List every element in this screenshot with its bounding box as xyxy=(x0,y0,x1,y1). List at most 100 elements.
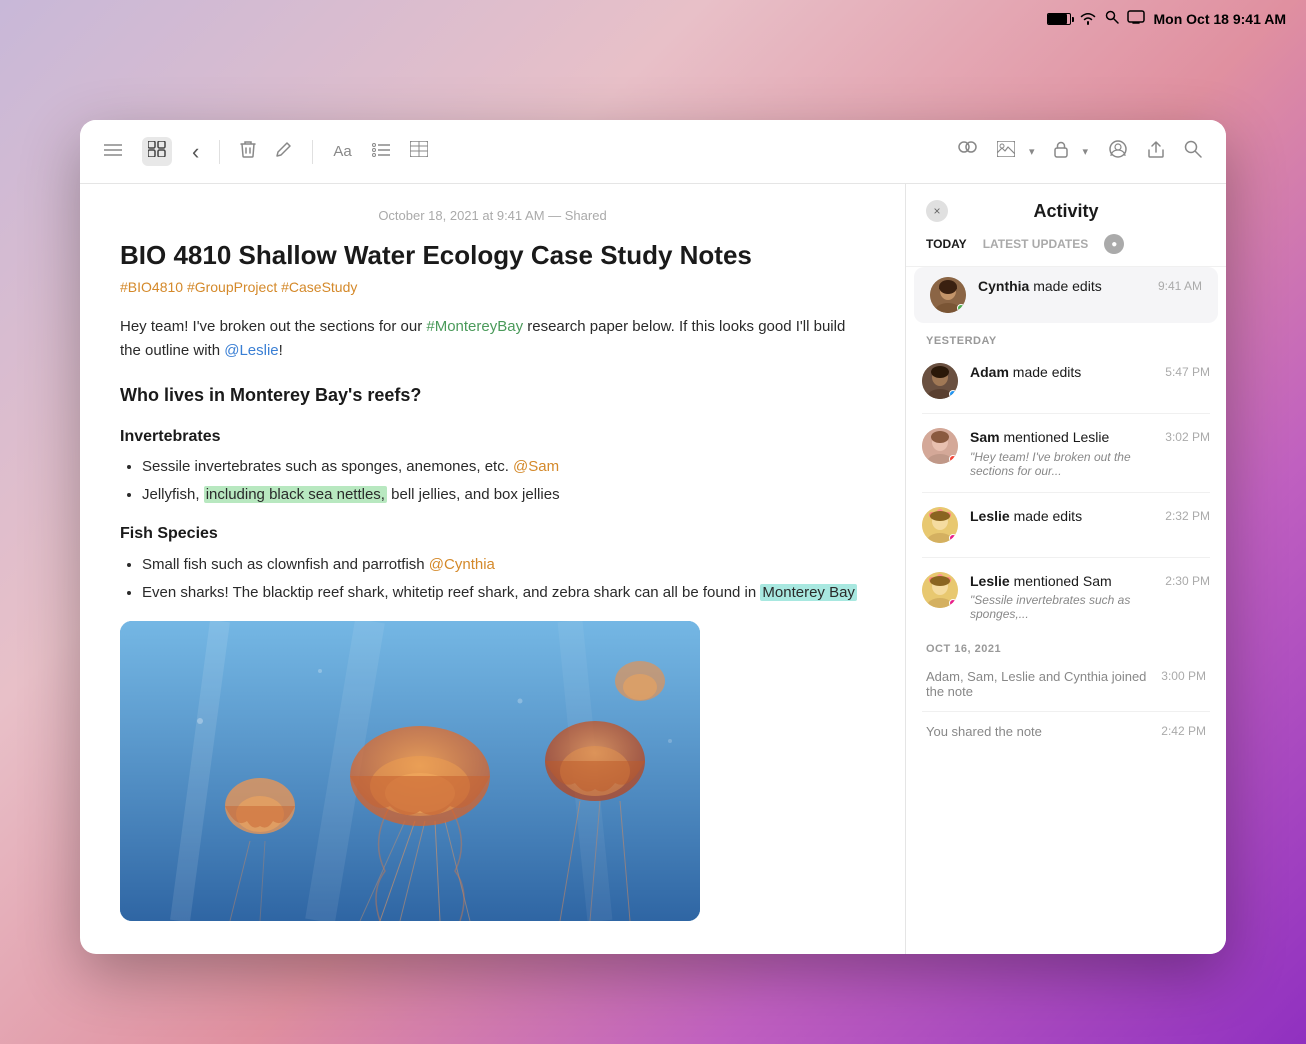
activity-text-sam: Sam mentioned Leslie xyxy=(970,428,1153,448)
wifi-icon xyxy=(1079,11,1097,28)
highlight-black-sea-nettles: including black sea nettles, xyxy=(204,486,387,503)
content-area: October 18, 2021 at 9:41 AM — Shared BIO… xyxy=(80,184,1226,954)
oct16-text-1: Adam, Sam, Leslie and Cynthia joined the… xyxy=(926,669,1146,699)
checklist-button[interactable] xyxy=(372,141,390,162)
status-dot-adam xyxy=(949,390,957,398)
avatar-leslie2 xyxy=(922,572,958,608)
activity-content-cynthia: Cynthia made edits xyxy=(978,277,1146,297)
note-body[interactable]: Hey team! I've broken out the sections f… xyxy=(120,315,865,921)
activity-item-sam[interactable]: Sam mentioned Leslie "Hey team! I've bro… xyxy=(906,418,1226,488)
separator-2 xyxy=(922,492,1210,493)
note-editor[interactable]: October 18, 2021 at 9:41 AM — Shared BIO… xyxy=(80,184,906,954)
image-icon[interactable] xyxy=(997,141,1015,162)
toolbar: ‹ Aa xyxy=(80,120,1226,184)
activity-panel: × Activity TODAY LATEST UPDATES ● xyxy=(906,184,1226,954)
list-view-icon[interactable] xyxy=(104,141,122,162)
oct16-time-1: 3:00 PM xyxy=(1161,669,1206,683)
activity-preview-leslie2: "Sessile invertebrates such as sponges,.… xyxy=(970,593,1153,621)
activity-time-cynthia: 9:41 AM xyxy=(1158,279,1202,293)
toolbar-right: ▾ ▾ xyxy=(957,139,1202,164)
screen-icon xyxy=(1127,10,1145,29)
avatar-leslie1 xyxy=(922,507,958,543)
highlight-monterey-bay: Monterey Bay xyxy=(760,584,857,601)
activity-item-cynthia[interactable]: Cynthia made edits 9:41 AM xyxy=(914,267,1218,323)
note-intro: Hey team! I've broken out the sections f… xyxy=(120,315,865,363)
font-button[interactable]: Aa xyxy=(333,143,351,160)
bullet-item-2: Jellyfish, including black sea nettles, … xyxy=(142,483,865,507)
mention-cynthia: @Cynthia xyxy=(429,556,495,573)
battery-icon xyxy=(1047,13,1071,25)
delete-button[interactable] xyxy=(240,140,256,163)
separator-4 xyxy=(922,711,1210,712)
activity-filters: TODAY LATEST UPDATES ● xyxy=(906,222,1226,267)
note-title: BIO 4810 Shallow Water Ecology Case Stud… xyxy=(120,239,865,273)
activity-content-sam: Sam mentioned Leslie "Hey team! I've bro… xyxy=(970,428,1153,478)
jellyfish-image xyxy=(120,621,700,921)
filter-latest[interactable]: LATEST UPDATES xyxy=(983,237,1089,251)
activity-item-adam[interactable]: Adam made edits 5:47 PM xyxy=(906,353,1226,409)
collaborate-icon[interactable] xyxy=(957,140,977,163)
status-icons: Mon Oct 18 9:41 AM xyxy=(1047,10,1286,29)
lock-icon[interactable] xyxy=(1054,140,1068,163)
section-heading-1: Who lives in Monterey Bay's reefs? xyxy=(120,381,865,410)
subsection-heading-2: Fish Species xyxy=(120,521,865,547)
section-label-yesterday: YESTERDAY xyxy=(906,323,1226,353)
mention-sam: @Sam xyxy=(513,458,559,475)
status-dot-leslie2 xyxy=(949,599,957,607)
bullet-item-4: Even sharks! The blacktip reef shark, wh… xyxy=(142,581,865,605)
note-meta: October 18, 2021 at 9:41 AM — Shared xyxy=(120,208,865,223)
separator-1 xyxy=(922,413,1210,414)
share-collab-icon[interactable] xyxy=(1108,139,1128,164)
activity-text-adam: Adam made edits xyxy=(970,363,1153,383)
search-icon-status[interactable] xyxy=(1105,10,1119,29)
avatar-adam xyxy=(922,363,958,399)
activity-time-adam: 5:47 PM xyxy=(1165,365,1210,379)
activity-preview-sam: "Hey team! I've broken out the sections … xyxy=(970,450,1153,478)
activity-time-sam: 3:02 PM xyxy=(1165,430,1210,444)
edit-button[interactable] xyxy=(276,141,292,162)
back-button[interactable]: ‹ xyxy=(192,139,199,165)
filter-dot[interactable]: ● xyxy=(1104,234,1124,254)
mention-monterey: #MontereyBay xyxy=(426,318,523,335)
bullet-item-1: Sessile invertebrates such as sponges, a… xyxy=(142,455,865,479)
activity-list: Cynthia made edits 9:41 AM YESTERDAY xyxy=(906,267,1226,954)
mention-leslie: @Leslie xyxy=(224,342,278,359)
status-dot-sam xyxy=(949,455,957,463)
activity-text-leslie1: Leslie made edits xyxy=(970,507,1153,527)
avatar-cynthia xyxy=(930,277,966,313)
activity-item-leslie2[interactable]: Leslie mentioned Sam "Sessile invertebra… xyxy=(906,562,1226,632)
grid-view-icon[interactable] xyxy=(142,137,172,166)
oct16-time-2: 2:42 PM xyxy=(1161,724,1206,738)
activity-time-leslie1: 2:32 PM xyxy=(1165,509,1210,523)
activity-text-leslie2: Leslie mentioned Sam xyxy=(970,572,1153,592)
filter-today[interactable]: TODAY xyxy=(926,237,967,251)
note-tags: #BIO4810 #GroupProject #CaseStudy xyxy=(120,279,865,295)
activity-text-cynthia: Cynthia made edits xyxy=(978,277,1146,297)
status-time: Mon Oct 18 9:41 AM xyxy=(1153,11,1286,27)
status-dot-cynthia xyxy=(957,304,965,312)
subsection-heading-1: Invertebrates xyxy=(120,424,865,450)
toolbar-divider-1 xyxy=(219,140,220,164)
oct16-item-1: 3:00 PM Adam, Sam, Leslie and Cynthia jo… xyxy=(906,661,1226,707)
share-icon[interactable] xyxy=(1148,140,1164,163)
activity-item-leslie1[interactable]: Leslie made edits 2:32 PM xyxy=(906,497,1226,553)
search-button[interactable] xyxy=(1184,140,1202,163)
avatar-sam xyxy=(922,428,958,464)
app-window: ‹ Aa xyxy=(80,120,1226,954)
bullet-item-3: Small fish such as clownfish and parrotf… xyxy=(142,553,865,577)
activity-content-leslie1: Leslie made edits xyxy=(970,507,1153,527)
activity-content-leslie2: Leslie mentioned Sam "Sessile invertebra… xyxy=(970,572,1153,622)
table-button[interactable] xyxy=(410,141,428,162)
activity-header: × Activity xyxy=(906,184,1226,222)
activity-title: Activity xyxy=(948,201,1184,222)
separator-3 xyxy=(922,557,1210,558)
oct16-text-2: You shared the note xyxy=(926,724,1042,739)
activity-content-adam: Adam made edits xyxy=(970,363,1153,383)
oct16-item-2: 2:42 PM You shared the note xyxy=(906,716,1226,747)
activity-close-button[interactable]: × xyxy=(926,200,948,222)
section-label-oct16: OCT 16, 2021 xyxy=(906,631,1226,661)
status-bar: Mon Oct 18 9:41 AM xyxy=(0,0,1306,38)
toolbar-divider-2 xyxy=(312,140,313,164)
status-dot-leslie1 xyxy=(949,534,957,542)
activity-time-leslie2: 2:30 PM xyxy=(1165,574,1210,588)
